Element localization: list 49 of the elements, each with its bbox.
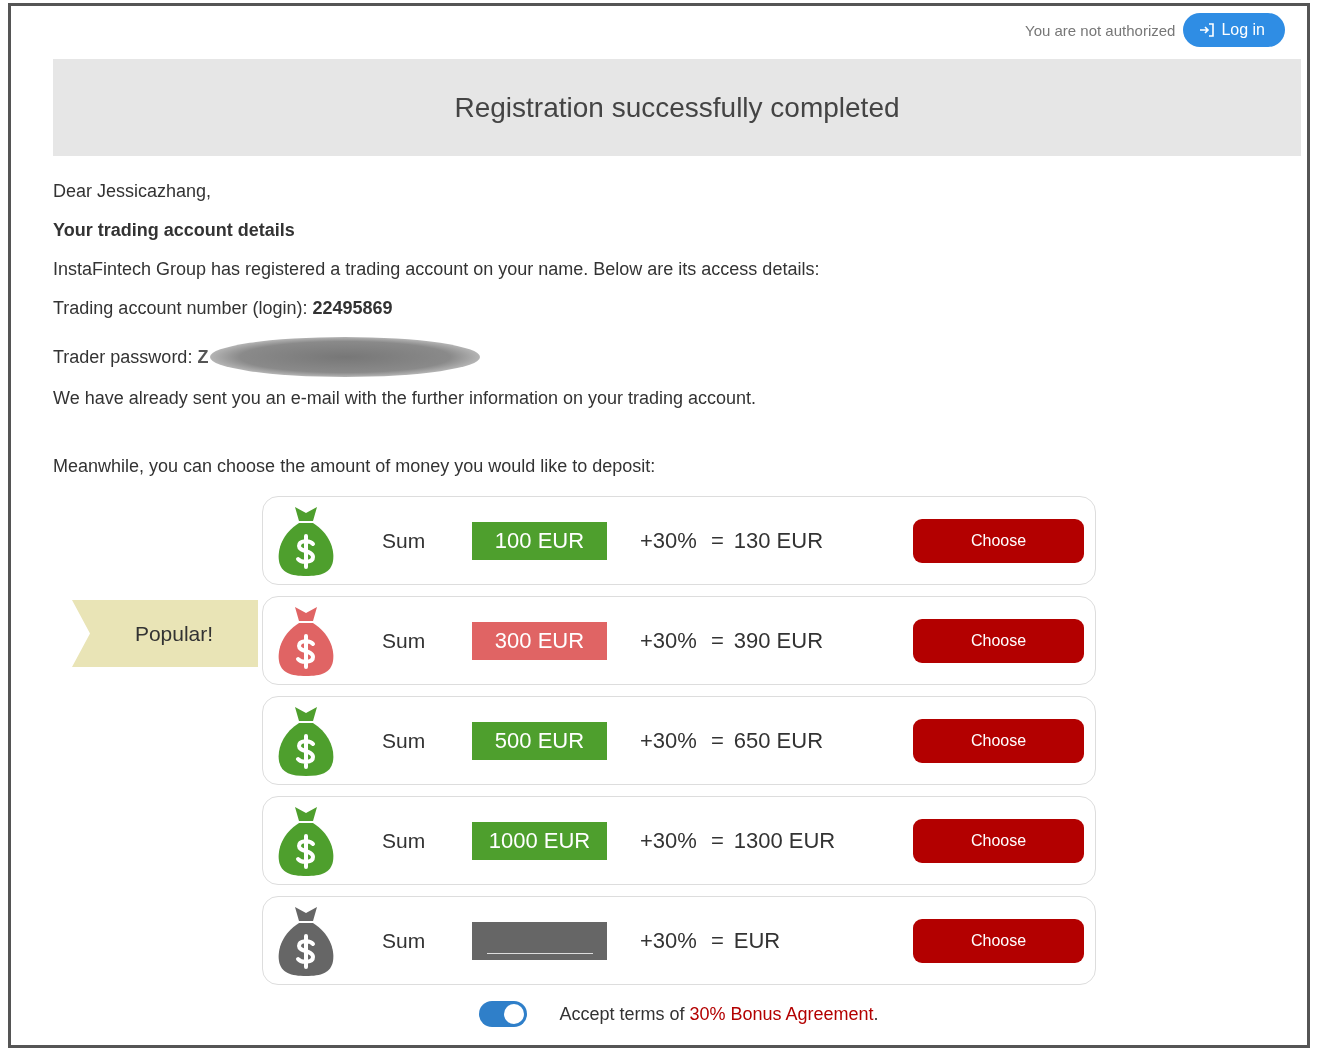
bonus-text: +30% bbox=[640, 527, 697, 554]
sum-label: Sum bbox=[382, 528, 427, 553]
bonus-text: +30% bbox=[640, 727, 697, 754]
login-icon bbox=[1199, 23, 1216, 37]
sum-label: Sum bbox=[382, 628, 427, 653]
sum-label: Sum bbox=[382, 928, 427, 953]
money-bag-icon bbox=[277, 904, 335, 977]
equals-sign: = bbox=[710, 727, 724, 754]
money-bag-icon bbox=[277, 804, 335, 877]
choose-button[interactable]: Choose bbox=[913, 918, 1084, 963]
accept-toggle[interactable] bbox=[479, 1001, 528, 1027]
terms-text: Accept terms of 30% Bonus Agreement. bbox=[559, 1003, 879, 1025]
bonus-text: +30% bbox=[640, 827, 697, 854]
bonus-text: +30% bbox=[640, 627, 697, 654]
choose-button[interactable]: Choose bbox=[913, 518, 1084, 563]
amount-tag: 100 EUR bbox=[472, 521, 607, 560]
amount-input-field[interactable] bbox=[472, 921, 607, 960]
choose-button[interactable]: Choose bbox=[913, 618, 1084, 663]
account-number: Trading account number (login): 22495869 bbox=[53, 298, 394, 318]
equals-sign: = bbox=[710, 627, 724, 654]
section-heading: Your trading account details bbox=[53, 220, 296, 240]
greeting: Dear Jessicazhang, bbox=[53, 181, 213, 201]
sum-label: Sum bbox=[382, 728, 427, 753]
total-text: 650 EUR bbox=[733, 727, 824, 754]
choose-button[interactable]: Choose bbox=[913, 718, 1084, 763]
amount-tag: 1000 EUR bbox=[472, 821, 607, 860]
money-bag-icon bbox=[277, 504, 335, 577]
money-bag-icon bbox=[277, 704, 335, 777]
deposit-prompt: Meanwhile, you can choose the amount of money you would like to deposit: bbox=[53, 456, 657, 476]
intro-text: InstaFintech Group has registered a trading account on your name. Below are its access details: bbox=[53, 259, 821, 279]
page-title: Registration successfully completed bbox=[454, 91, 900, 124]
choose-button[interactable]: Choose bbox=[913, 818, 1084, 863]
total-text: 390 EUR bbox=[733, 627, 824, 654]
bonus-text: +30% bbox=[640, 927, 697, 954]
amount-tag: 300 EUR bbox=[472, 621, 607, 660]
amount-tag: 500 EUR bbox=[472, 721, 607, 760]
auth-status: You are not authorized bbox=[1025, 21, 1176, 39]
total-text: EUR bbox=[733, 927, 781, 954]
email-note: We have already sent you an e-mail with the further information on your trading account. bbox=[53, 388, 758, 408]
equals-sign: = bbox=[710, 927, 724, 954]
password-label: Trader password: Z bbox=[53, 347, 209, 367]
money-bag-icon bbox=[277, 604, 335, 677]
agreement-link[interactable]: 30% Bonus Agreement bbox=[689, 1003, 874, 1024]
equals-sign: = bbox=[710, 527, 724, 554]
total-text: 130 EUR bbox=[733, 527, 824, 554]
equals-sign: = bbox=[710, 827, 724, 854]
total-text: 1300 EUR bbox=[733, 827, 836, 854]
popular-ribbon: Popular! bbox=[72, 600, 258, 667]
sum-label: Sum bbox=[382, 828, 427, 853]
